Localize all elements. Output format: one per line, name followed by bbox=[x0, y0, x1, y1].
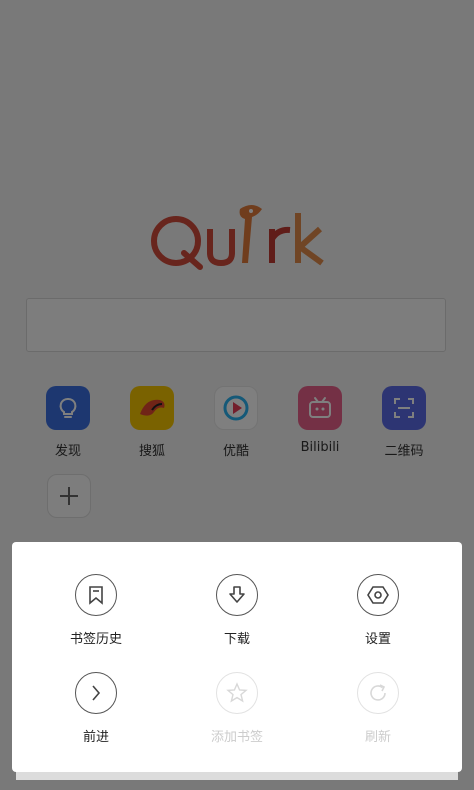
settings-hexagon-icon bbox=[357, 574, 399, 616]
menu-item-label: 添加书签 bbox=[210, 730, 263, 745]
sheet-shadow-strip bbox=[16, 772, 458, 780]
menu-item-label: 前进 bbox=[82, 730, 109, 745]
menu-add-bookmark[interactable]: 添加书签 bbox=[162, 672, 312, 745]
menu-settings[interactable]: 设置 bbox=[303, 574, 453, 647]
menu-download[interactable]: 下载 bbox=[162, 574, 312, 647]
menu-item-label: 设置 bbox=[364, 632, 391, 647]
menu-forward[interactable]: 前进 bbox=[21, 672, 171, 745]
refresh-icon bbox=[357, 672, 399, 714]
menu-item-label: 下载 bbox=[223, 632, 250, 647]
download-icon bbox=[216, 574, 258, 616]
menu-item-label: 刷新 bbox=[364, 730, 391, 745]
forward-chevron-icon bbox=[75, 672, 117, 714]
menu-item-label: 书签历史 bbox=[69, 632, 122, 647]
menu-bookmarks-history[interactable]: 书签历史 bbox=[21, 574, 171, 647]
star-icon bbox=[216, 672, 258, 714]
browser-menu-sheet: 书签历史 下载 设置 前进 添加书签 刷新 bbox=[12, 542, 462, 772]
bookmark-icon bbox=[75, 574, 117, 616]
menu-refresh[interactable]: 刷新 bbox=[303, 672, 453, 745]
